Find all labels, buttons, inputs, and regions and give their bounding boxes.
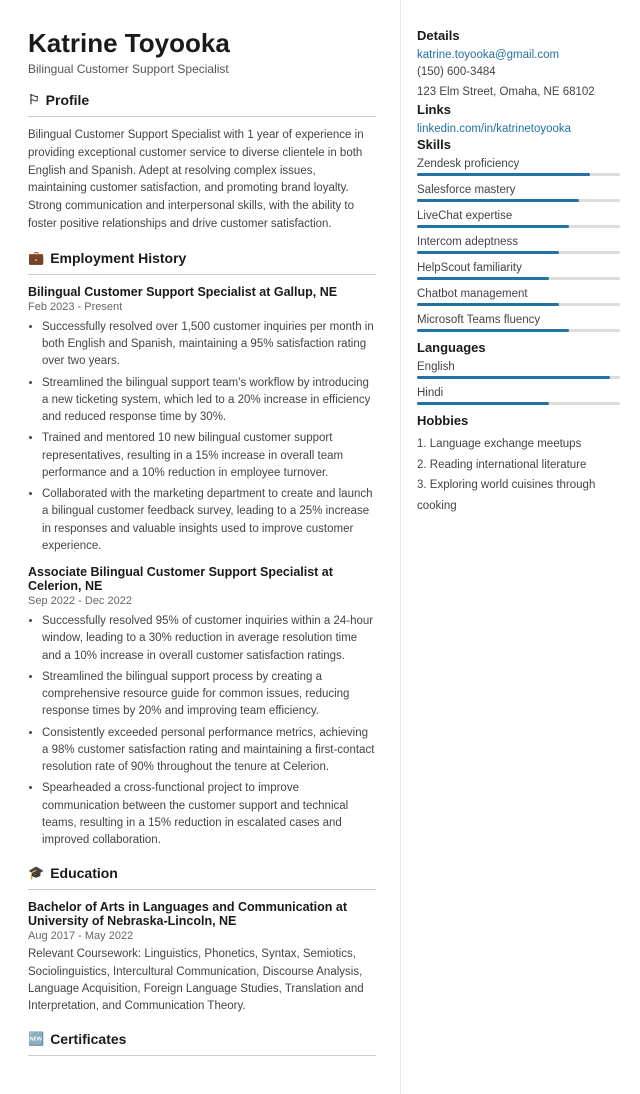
skill-item: HelpScout familiarity (417, 262, 620, 280)
job-dates-1: Feb 2023 - Present (28, 301, 376, 313)
skill-bar-bg (417, 199, 620, 202)
language-item: Hindi (417, 387, 620, 405)
job-item-2: Associate Bilingual Customer Support Spe… (28, 565, 376, 849)
skill-item: Intercom adeptness (417, 236, 620, 254)
skills-title: Skills (417, 137, 620, 152)
hobbies-list: 1. Language exchange meetups2. Reading i… (417, 434, 620, 517)
languages-section: Languages English Hindi (417, 340, 620, 405)
skill-bar-bg (417, 251, 620, 254)
details-section: Details katrine.toyooka@gmail.com (150) … (417, 28, 620, 102)
skill-name: Chatbot management (417, 288, 620, 300)
profile-section-title: ⚐ Profile (28, 92, 376, 108)
skill-name: Salesforce mastery (417, 184, 620, 196)
candidate-name: Katrine Toyooka (28, 28, 376, 59)
address-text: 123 Elm Street, Omaha, NE 68102 (417, 83, 620, 103)
skill-bar-fill (417, 199, 579, 202)
skill-bar-fill (417, 329, 569, 332)
bullet-item: Consistently exceeded personal performan… (42, 725, 376, 777)
employment-section-title: 💼 Employment History (28, 250, 376, 266)
certificates-icon: 🆕 (28, 1031, 44, 1047)
links-title: Links (417, 102, 620, 117)
skill-bar-fill (417, 173, 590, 176)
profile-section: ⚐ Profile Bilingual Customer Support Spe… (28, 92, 376, 234)
job-bullets-1: Successfully resolved over 1,500 custome… (28, 319, 376, 555)
language-bar-fill (417, 402, 549, 405)
edu-text-1: Relevant Coursework: Linguistics, Phonet… (28, 946, 376, 1015)
education-divider (28, 889, 376, 890)
skill-bar-bg (417, 303, 620, 306)
edu-item-1: Bachelor of Arts in Languages and Commun… (28, 900, 376, 1015)
details-title: Details (417, 28, 620, 43)
skill-bar-bg (417, 329, 620, 332)
phone-text: (150) 600-3484 (417, 63, 620, 83)
bullet-item: Trained and mentored 10 new bilingual cu… (42, 430, 376, 482)
hobby-item: 1. Language exchange meetups (417, 434, 620, 455)
hobbies-title: Hobbies (417, 413, 620, 428)
skill-item: Zendesk proficiency (417, 158, 620, 176)
skills-section: Skills Zendesk proficiency Salesforce ma… (417, 137, 620, 332)
employment-divider (28, 274, 376, 275)
employment-icon: 💼 (28, 250, 44, 266)
hobbies-section: Hobbies 1. Language exchange meetups2. R… (417, 413, 620, 517)
profile-divider (28, 116, 376, 117)
skill-bar-fill (417, 251, 559, 254)
skill-item: Chatbot management (417, 288, 620, 306)
language-bar-bg (417, 402, 620, 405)
bullet-item: Collaborated with the marketing departme… (42, 486, 376, 555)
language-item: English (417, 361, 620, 379)
language-bar-fill (417, 376, 610, 379)
education-section-title: 🎓 Education (28, 865, 376, 881)
skill-bar-bg (417, 173, 620, 176)
language-name: Hindi (417, 387, 620, 399)
linkedin-link[interactable]: linkedin.com/in/katrinetoyooka (417, 123, 620, 135)
skills-list: Zendesk proficiency Salesforce mastery L… (417, 158, 620, 332)
hobby-item: 3. Exploring world cuisines through cook… (417, 475, 620, 516)
skill-name: Zendesk proficiency (417, 158, 620, 170)
bullet-item: Successfully resolved over 1,500 custome… (42, 319, 376, 371)
skill-bar-fill (417, 303, 559, 306)
email-link[interactable]: katrine.toyooka@gmail.com (417, 49, 620, 61)
job-title-2: Associate Bilingual Customer Support Spe… (28, 565, 376, 593)
skill-item: LiveChat expertise (417, 210, 620, 228)
job-item-1: Bilingual Customer Support Specialist at… (28, 285, 376, 555)
skill-item: Microsoft Teams fluency (417, 314, 620, 332)
left-column: Katrine Toyooka Bilingual Customer Suppo… (0, 0, 400, 1094)
job-title-1: Bilingual Customer Support Specialist at… (28, 285, 376, 299)
skill-name: HelpScout familiarity (417, 262, 620, 274)
bullet-item: Streamlined the bilingual support proces… (42, 669, 376, 721)
job-dates-2: Sep 2022 - Dec 2022 (28, 595, 376, 607)
language-name: English (417, 361, 620, 373)
education-icon: 🎓 (28, 865, 44, 881)
right-column: Details katrine.toyooka@gmail.com (150) … (400, 0, 640, 1094)
bullet-item: Successfully resolved 95% of customer in… (42, 613, 376, 665)
skill-name: Intercom adeptness (417, 236, 620, 248)
employment-section: 💼 Employment History Bilingual Customer … (28, 250, 376, 850)
job-bullets-2: Successfully resolved 95% of customer in… (28, 613, 376, 849)
certificates-section: 🆕 Certificates (28, 1031, 376, 1056)
certificates-section-title: 🆕 Certificates (28, 1031, 376, 1047)
profile-text: Bilingual Customer Support Specialist wi… (28, 127, 376, 234)
skill-bar-fill (417, 225, 569, 228)
bullet-item: Spearheaded a cross-functional project t… (42, 780, 376, 849)
edu-dates-1: Aug 2017 - May 2022 (28, 930, 376, 942)
candidate-title: Bilingual Customer Support Specialist (28, 62, 376, 76)
bullet-item: Streamlined the bilingual support team's… (42, 375, 376, 427)
skill-bar-bg (417, 277, 620, 280)
hobby-item: 2. Reading international literature (417, 455, 620, 476)
certificates-divider (28, 1055, 376, 1056)
skill-item: Salesforce mastery (417, 184, 620, 202)
skill-bar-fill (417, 277, 549, 280)
language-bar-bg (417, 376, 620, 379)
languages-list: English Hindi (417, 361, 620, 405)
skill-bar-bg (417, 225, 620, 228)
profile-icon: ⚐ (28, 92, 40, 108)
education-section: 🎓 Education Bachelor of Arts in Language… (28, 865, 376, 1015)
languages-title: Languages (417, 340, 620, 355)
skill-name: LiveChat expertise (417, 210, 620, 222)
skill-name: Microsoft Teams fluency (417, 314, 620, 326)
header: Katrine Toyooka Bilingual Customer Suppo… (28, 28, 376, 76)
resume-container: Katrine Toyooka Bilingual Customer Suppo… (0, 0, 640, 1094)
links-section: Links linkedin.com/in/katrinetoyooka (417, 102, 620, 135)
